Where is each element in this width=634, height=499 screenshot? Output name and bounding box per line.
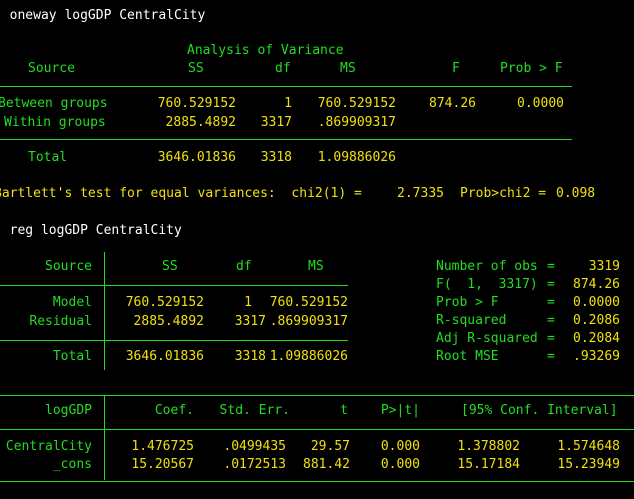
stat-value: 874.26 [573, 277, 620, 292]
coef-rule-bottom [0, 481, 634, 482]
coef-cell-ci-low: 1.378802 [457, 439, 520, 454]
oneway-row-label: Between groups [0, 96, 108, 111]
stat-label: R-squared [436, 313, 507, 328]
stat-value: 3319 [588, 259, 620, 274]
bartlett-prob: 0.098 [556, 186, 596, 201]
reg-header-df: df [236, 259, 252, 274]
reg-total-ms: 1.09886026 [269, 349, 348, 364]
reg-header-source: Source [45, 259, 92, 274]
coef-rule-top [0, 395, 634, 396]
stat-eq: = [547, 259, 555, 274]
reg-total-label: Total [52, 349, 92, 364]
stat-label: Adj R-squared [436, 331, 538, 346]
stat-value: 0.2084 [573, 331, 620, 346]
coef-cell-p: 0.000 [380, 439, 420, 454]
bartlett-chi2: 2.7335 [397, 186, 444, 201]
reg-row-label: Model [52, 295, 92, 310]
coef-header-coef: Coef. [154, 403, 194, 418]
stat-eq: = [547, 277, 555, 292]
oneway-cell-ss: 760.529152 [157, 96, 236, 111]
coef-header-se: Std. Err. [219, 403, 290, 418]
stat-label: Number of obs [436, 259, 538, 274]
reg-anova-rule-total [0, 340, 348, 341]
coef-cell-se: .0172513 [223, 457, 286, 472]
stat-eq: = [547, 295, 555, 310]
stat-label: Root MSE [436, 349, 499, 364]
coef-row-var: _cons [52, 457, 92, 472]
oneway-row-label: Within groups [4, 115, 106, 130]
coef-cell-se: .0499435 [223, 439, 286, 454]
oneway-header-source: Source [28, 61, 75, 76]
coef-cell-ci-high: 15.23949 [557, 457, 620, 472]
reg-cell-ss: 2885.4892 [133, 314, 204, 329]
coef-header-ci: [95% Conf. Interval] [461, 403, 618, 418]
coef-cell-p: 0.000 [380, 457, 420, 472]
oneway-cell-f: 874.26 [429, 96, 476, 111]
reg-anova-rule-top [0, 285, 348, 286]
reg-cell-ms: .869909317 [269, 314, 348, 329]
oneway-command: . oneway logGDP CentralCity [0, 8, 206, 23]
coef-cell-ci-low: 15.17184 [457, 457, 520, 472]
oneway-cell-df: 3317 [260, 115, 292, 130]
oneway-header-prob: Prob > F [500, 61, 563, 76]
coef-cell-ci-high: 1.574648 [557, 439, 620, 454]
coef-cell-coef: 15.20567 [131, 457, 194, 472]
oneway-total-label: Total [28, 150, 68, 165]
bartlett-label: Bartlett's test for equal variances: chi… [0, 186, 362, 201]
oneway-header-f: F [452, 61, 460, 76]
bartlett-prob-label: Prob>chi2 = [460, 186, 547, 201]
reg-header-ss: SS [162, 259, 178, 274]
oneway-cell-ss: 2885.4892 [165, 115, 236, 130]
oneway-header-ss: SS [188, 61, 204, 76]
oneway-rule-total [0, 139, 572, 140]
oneway-cell-df: 1 [284, 96, 292, 111]
reg-cell-ms: 760.529152 [269, 295, 348, 310]
reg-total-ss: 3646.01836 [125, 349, 204, 364]
oneway-total-ss: 3646.01836 [157, 150, 236, 165]
oneway-cell-prob: 0.0000 [517, 96, 564, 111]
anova-title: Analysis of Variance [187, 43, 344, 58]
oneway-cell-ms: 760.529152 [317, 96, 396, 111]
stat-eq: = [547, 313, 555, 328]
coef-cell-t: 29.57 [310, 439, 350, 454]
stat-eq: = [547, 331, 555, 346]
coef-header-p: P>|t| [380, 403, 420, 418]
oneway-cell-ms: .869909317 [317, 115, 396, 130]
coef-row-var: CentralCity [5, 439, 92, 454]
stat-value: 0.2086 [573, 313, 620, 328]
coef-divider [104, 395, 105, 480]
coef-cell-coef: 1.476725 [131, 439, 194, 454]
reg-row-label: Residual [29, 314, 92, 329]
stat-value: .93269 [573, 349, 620, 364]
reg-cell-df: 1 [244, 295, 252, 310]
oneway-rule-top [0, 86, 572, 87]
reg-anova-divider [104, 252, 105, 370]
oneway-header-df: df [275, 61, 291, 76]
reg-cell-ss: 760.529152 [125, 295, 204, 310]
stat-label: F( 1, 3317) [436, 277, 538, 292]
stat-value: 0.0000 [573, 295, 620, 310]
oneway-total-ms: 1.09886026 [317, 150, 396, 165]
reg-command: . reg logGDP CentralCity [0, 223, 182, 238]
reg-header-ms: MS [308, 259, 324, 274]
coef-cell-t: 881.42 [303, 457, 350, 472]
stat-label: Prob > F [436, 295, 499, 310]
coef-header-t: t [340, 403, 348, 418]
oneway-total-df: 3318 [260, 150, 292, 165]
coef-rule-header [0, 429, 634, 430]
coef-header-dep: logGDP [45, 403, 92, 418]
stat-eq: = [547, 349, 555, 364]
oneway-header-ms: MS [340, 61, 356, 76]
